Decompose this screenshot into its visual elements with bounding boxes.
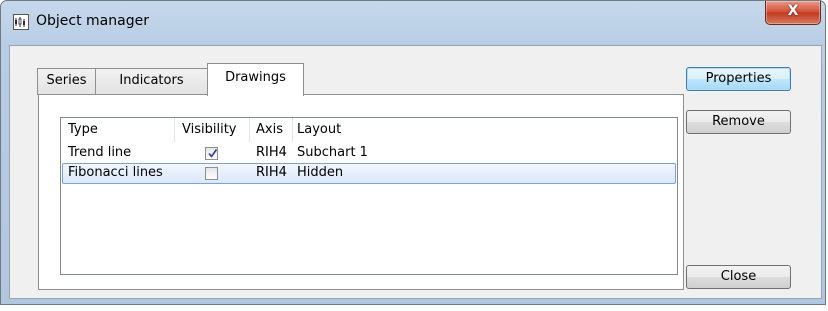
properties-label: Properties [705, 71, 772, 86]
row-type: Trend line [68, 145, 132, 160]
window-close-button[interactable]: X [765, 1, 821, 25]
tab-indicators[interactable]: Indicators [95, 68, 208, 95]
remove-button[interactable]: Remove [686, 110, 791, 134]
tab-indicators-label: Indicators [119, 73, 184, 88]
list-row-fibonacci-lines[interactable]: Fibonacci lines RIH4 Hidden [62, 163, 676, 184]
tab-drawings[interactable]: Drawings [207, 63, 304, 96]
dialog-client-area: Series Indicators Drawings Type Visibili… [9, 45, 822, 299]
tab-drawings-label: Drawings [225, 70, 286, 85]
column-divider[interactable] [292, 118, 293, 142]
tab-series-label: Series [46, 73, 87, 88]
drawings-tab-panel: Type Visibility Axis Layout Trend line R… [38, 94, 684, 290]
close-button[interactable]: Close [686, 265, 791, 289]
visibility-checkbox[interactable] [205, 147, 218, 160]
column-header-axis[interactable]: Axis [256, 122, 283, 137]
drawings-list[interactable]: Type Visibility Axis Layout Trend line R… [60, 117, 678, 275]
close-icon: X [787, 3, 799, 19]
visibility-checkbox[interactable] [205, 167, 218, 180]
properties-button[interactable]: Properties [686, 67, 791, 91]
tab-series[interactable]: Series [37, 68, 96, 95]
row-axis: RIH4 [256, 165, 287, 180]
object-manager-window: Object manager X Series Indicators Drawi… [0, 0, 826, 305]
list-row-trend-line[interactable]: Trend line RIH4 Subchart 1 [62, 143, 676, 164]
row-layout: Subchart 1 [297, 145, 368, 160]
chart-icon [13, 14, 29, 30]
column-divider[interactable] [174, 118, 175, 142]
row-type: Fibonacci lines [68, 165, 163, 180]
checkmark-icon [208, 149, 218, 158]
close-label: Close [720, 269, 757, 284]
row-axis: RIH4 [256, 145, 287, 160]
column-header-visibility[interactable]: Visibility [182, 122, 236, 137]
remove-label: Remove [712, 114, 765, 129]
column-divider[interactable] [249, 118, 250, 142]
window-title: Object manager [36, 13, 149, 29]
column-header-type[interactable]: Type [68, 122, 98, 137]
column-header-layout[interactable]: Layout [297, 122, 341, 137]
list-header: Type Visibility Axis Layout [61, 118, 677, 142]
row-layout: Hidden [297, 165, 344, 180]
